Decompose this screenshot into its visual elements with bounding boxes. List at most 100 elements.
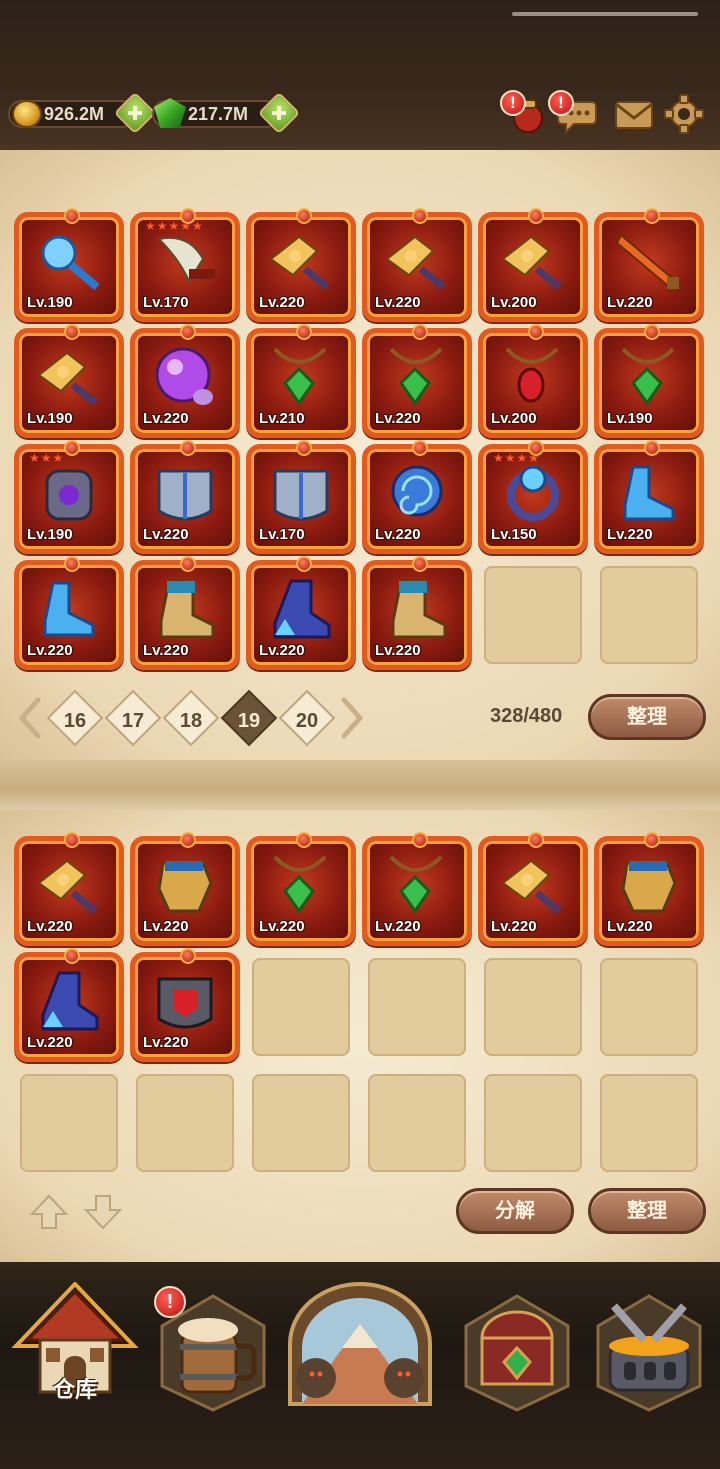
item-slot[interactable]: ★★★ Lv.190 <box>14 440 124 554</box>
item-slot[interactable]: Lv.220 <box>362 832 472 946</box>
backpack-sort-button[interactable]: 整理 <box>588 1188 706 1234</box>
empty-slot-wrapper <box>594 560 704 670</box>
item-slot[interactable]: Lv.190 <box>14 324 124 438</box>
item-slot[interactable]: Lv.220 <box>246 556 356 670</box>
item-level: Lv.200 <box>491 294 537 311</box>
item-level: Lv.220 <box>259 642 305 659</box>
page-number: 20 <box>295 709 319 732</box>
gold-currency: 926.2M <box>8 91 157 135</box>
gold-dagger-icon <box>501 859 562 914</box>
item-level: Lv.220 <box>375 642 421 659</box>
chat-icon[interactable]: ! <box>548 90 600 135</box>
item-level: Lv.190 <box>27 410 73 427</box>
gold-coin-icon <box>12 100 42 128</box>
steel-armor-icon <box>157 469 213 521</box>
top-bar: 926.2M 217.7M ! ! <box>0 0 720 150</box>
nav-tavern[interactable]: ! <box>148 1282 278 1412</box>
item-slot[interactable]: Lv.220 <box>246 832 356 946</box>
nav-forge[interactable] <box>584 1282 714 1412</box>
empty-slot[interactable] <box>368 1074 466 1172</box>
item-slot[interactable]: Lv.170 <box>246 440 356 554</box>
item-slot[interactable]: Lv.220 <box>478 832 588 946</box>
item-level: Lv.220 <box>375 918 421 935</box>
crystal-boot-icon <box>273 579 331 639</box>
forge-anvil-icon <box>596 1294 702 1412</box>
item-slot[interactable]: ★★★★ Lv.150 <box>478 440 588 554</box>
empty-slot[interactable] <box>136 1074 234 1172</box>
item-slot[interactable]: Lv.220 <box>362 440 472 554</box>
page-18-button[interactable]: 18 <box>162 689 220 747</box>
item-level: Lv.220 <box>143 918 189 935</box>
page-19-button[interactable]: 19 <box>220 689 278 747</box>
item-slot[interactable]: Lv.220 <box>362 208 472 322</box>
page-16-button[interactable]: 16 <box>46 689 104 747</box>
scroll-down-arrow-icon[interactable] <box>82 1192 124 1237</box>
mail-icon[interactable] <box>612 94 656 134</box>
item-level: Lv.150 <box>491 526 537 543</box>
empty-slot-wrapper <box>130 1068 240 1178</box>
nav-warehouse[interactable]: 仓库 <box>10 1281 140 1412</box>
bag-icon[interactable]: ! <box>500 90 544 134</box>
item-level: Lv.190 <box>607 410 653 427</box>
scroll-up-arrow-icon[interactable] <box>28 1192 70 1237</box>
red-amulet-icon <box>505 347 559 403</box>
empty-slot-wrapper <box>362 952 472 1062</box>
item-slot[interactable]: Lv.220 <box>130 440 240 554</box>
nav-warehouse-label: 仓库 <box>52 1377 97 1402</box>
item-slot[interactable]: Lv.220 <box>130 324 240 438</box>
empty-slot[interactable] <box>600 566 698 664</box>
item-slot[interactable]: Lv.220 <box>594 440 704 554</box>
item-level: Lv.220 <box>27 918 73 935</box>
item-slot[interactable]: Lv.220 <box>130 948 240 1062</box>
settings-gear-icon[interactable] <box>664 94 708 134</box>
empty-slot[interactable] <box>252 1074 350 1172</box>
item-slot[interactable]: Lv.210 <box>246 324 356 438</box>
item-level: Lv.220 <box>607 294 653 311</box>
item-slot[interactable]: Lv.220 <box>362 556 472 670</box>
page-number: 18 <box>179 709 203 732</box>
item-level: Lv.200 <box>491 410 537 427</box>
green-amulet-icon <box>389 855 443 914</box>
empty-slot[interactable] <box>484 566 582 664</box>
item-slot[interactable]: Lv.220 <box>14 556 124 670</box>
bone-blade-icon <box>156 237 215 284</box>
nav-treasure[interactable] <box>452 1282 582 1412</box>
warehouse-sort-button[interactable]: 整理 <box>588 694 706 740</box>
empty-slot[interactable] <box>600 958 698 1056</box>
item-slot[interactable]: Lv.220 <box>362 324 472 438</box>
decompose-button[interactable]: 分解 <box>456 1188 574 1234</box>
ice-boot-icon <box>43 581 95 637</box>
item-slot[interactable]: ★★★★★ Lv.170 <box>130 208 240 322</box>
item-level: Lv.220 <box>143 1034 189 1051</box>
item-slot[interactable]: Lv.190 <box>14 208 124 322</box>
item-slot[interactable]: Lv.220 <box>594 208 704 322</box>
item-slot[interactable]: Lv.190 <box>594 324 704 438</box>
page-17-button[interactable]: 17 <box>104 689 162 747</box>
item-slot[interactable]: Lv.220 <box>594 832 704 946</box>
gold-boot-icon <box>159 579 215 639</box>
empty-slot[interactable] <box>368 958 466 1056</box>
item-slot[interactable]: Lv.220 <box>246 208 356 322</box>
prev-page-arrow-icon[interactable] <box>18 696 42 740</box>
next-page-arrow-icon[interactable] <box>340 696 364 740</box>
empty-slot[interactable] <box>600 1074 698 1172</box>
gold-dagger-icon <box>37 351 98 406</box>
nav-adventure[interactable] <box>282 1274 438 1406</box>
empty-slot[interactable] <box>484 1074 582 1172</box>
item-slot[interactable]: Lv.220 <box>130 832 240 946</box>
empty-slot[interactable] <box>484 958 582 1056</box>
item-slot[interactable]: Lv.220 <box>130 556 240 670</box>
item-slot[interactable]: Lv.200 <box>478 324 588 438</box>
empty-slot[interactable] <box>252 958 350 1056</box>
empty-slot[interactable] <box>20 1074 118 1172</box>
warehouse-grid: Lv.190 ★★★★★ Lv.170 Lv.220 Lv.220 Lv.200 Lv.22… <box>14 208 704 670</box>
item-level: Lv.170 <box>143 294 189 311</box>
page-20-button[interactable]: 20 <box>278 689 336 747</box>
green-amulet-icon <box>621 347 675 406</box>
green-amulet-icon <box>389 347 443 406</box>
item-level: Lv.220 <box>375 410 421 427</box>
item-slot[interactable]: Lv.220 <box>14 948 124 1062</box>
green-amulet-icon <box>273 855 327 914</box>
item-slot[interactable]: Lv.220 <box>14 832 124 946</box>
item-slot[interactable]: Lv.200 <box>478 208 588 322</box>
